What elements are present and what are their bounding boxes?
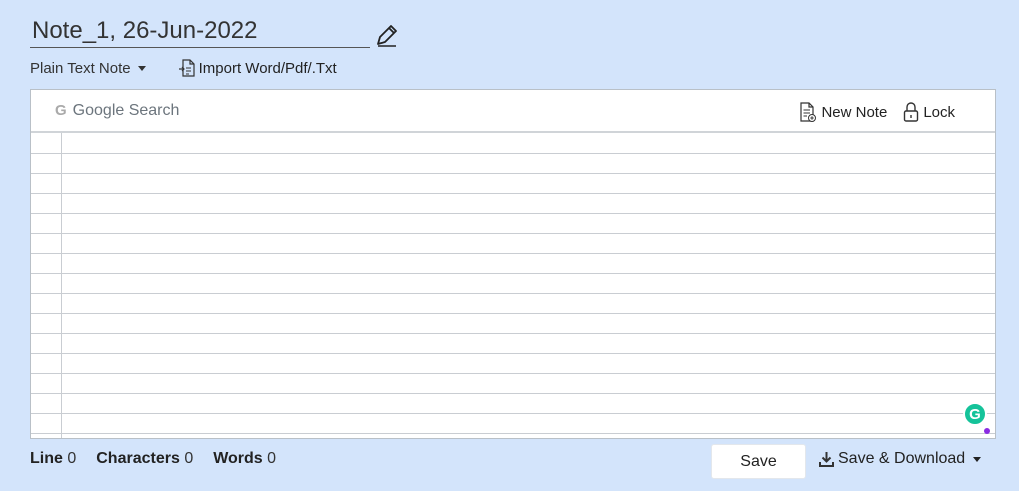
- lock-icon: [904, 102, 919, 122]
- lock-button[interactable]: Lock: [903, 101, 955, 123]
- download-icon: [819, 452, 834, 467]
- editor-actions: New Note Lock: [799, 101, 955, 123]
- google-search-button[interactable]: G Google Search: [55, 102, 179, 120]
- status-bar: Line 0 Characters 0 Words 0: [30, 450, 296, 468]
- save-button[interactable]: Save: [711, 444, 806, 479]
- grammarly-status-dot: [984, 428, 990, 434]
- new-note-button[interactable]: New Note: [799, 101, 887, 123]
- line-number-gutter: [61, 133, 62, 438]
- editor-header: G Google Search New Note Lock: [31, 90, 995, 133]
- save-download-label: Save & Download: [838, 450, 966, 467]
- character-count: Characters 0: [96, 450, 193, 468]
- word-count-value: 0: [267, 450, 277, 467]
- line-count-label: Line: [30, 450, 63, 467]
- new-note-label: New Note: [821, 103, 888, 121]
- save-download-dropdown[interactable]: Save & Download: [819, 450, 982, 468]
- character-count-label: Characters: [96, 450, 180, 467]
- note-type-dropdown[interactable]: Plain Text Note: [30, 60, 146, 77]
- line-count: Line 0: [30, 450, 76, 468]
- note-toolbar: Plain Text Note Import Word/Pdf/.Txt: [30, 58, 337, 78]
- grammarly-icon[interactable]: G: [963, 402, 987, 426]
- pencil-icon[interactable]: [374, 22, 400, 48]
- document-import-icon: [178, 59, 195, 77]
- line-count-value: 0: [67, 450, 77, 467]
- lock-label: Lock: [923, 103, 955, 121]
- import-button[interactable]: Import Word/Pdf/.Txt: [178, 58, 337, 78]
- word-count: Words 0: [213, 450, 276, 468]
- caret-down-icon: [973, 456, 982, 462]
- note-type-label: Plain Text Note: [30, 59, 131, 77]
- character-count-value: 0: [184, 450, 194, 467]
- google-search-label: Google Search: [72, 101, 180, 119]
- note-text-area[interactable]: [31, 133, 995, 438]
- google-icon: G: [55, 102, 67, 119]
- word-count-label: Words: [213, 450, 263, 467]
- note-title-input[interactable]: [30, 14, 370, 48]
- title-row: [30, 14, 400, 48]
- caret-down-icon: [137, 65, 146, 71]
- note-editor: G Google Search New Note Lock G: [30, 89, 996, 439]
- import-label: Import Word/Pdf/.Txt: [198, 59, 337, 77]
- new-note-icon: [800, 102, 817, 122]
